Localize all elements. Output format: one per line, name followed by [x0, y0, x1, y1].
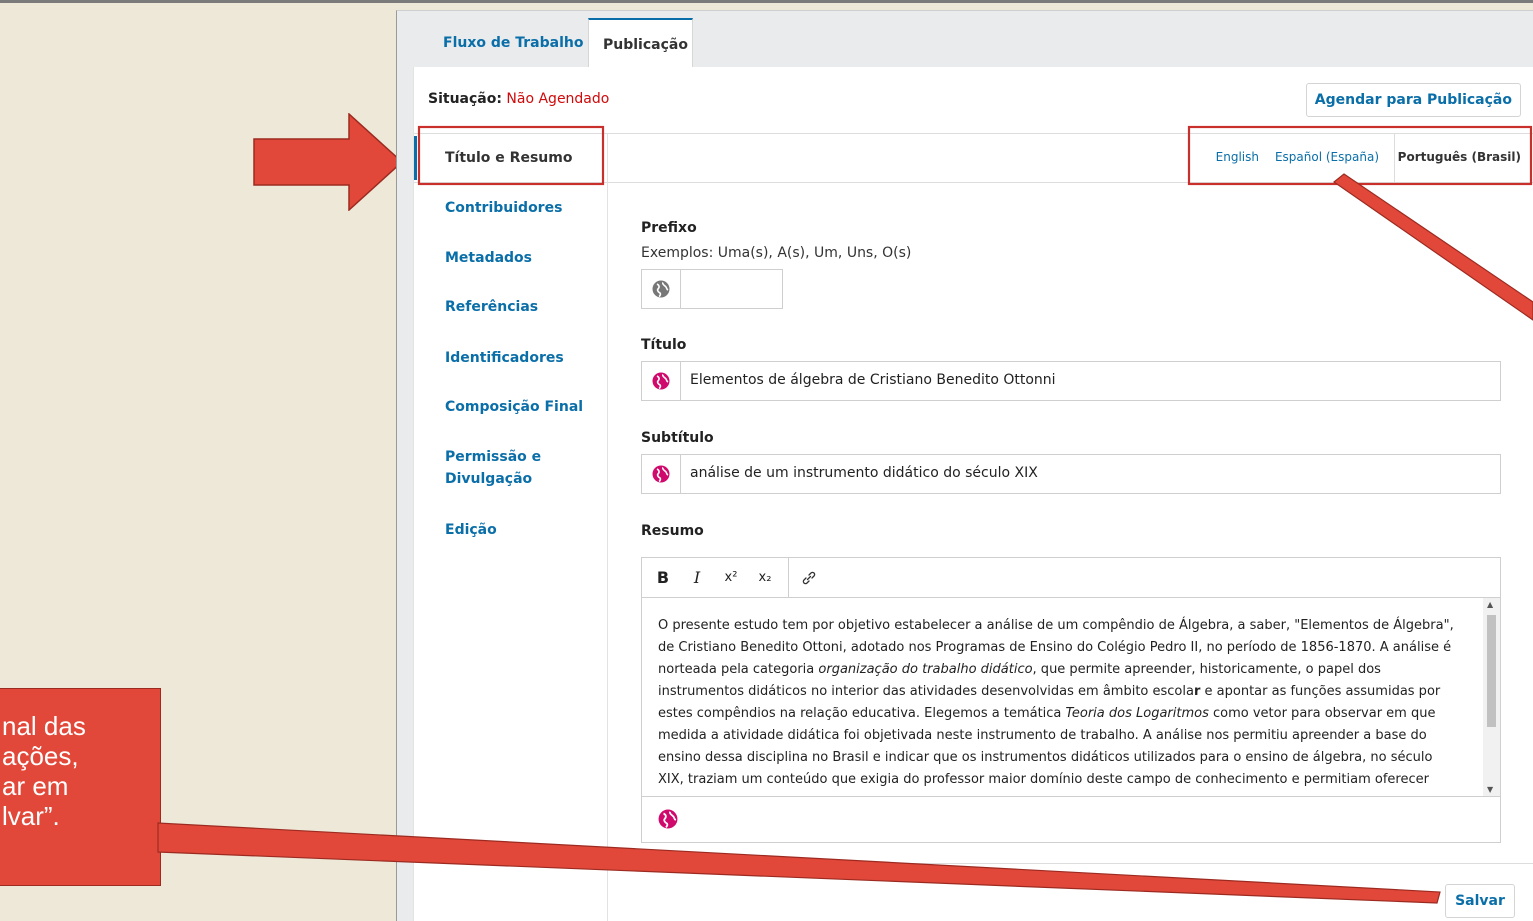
title-value: Elementos de álgebra de Cristiano Benedi…: [690, 372, 1056, 388]
bold-button[interactable]: B: [652, 567, 674, 589]
sidebar-item-label: Permissão e: [445, 449, 542, 465]
abstract-line: O presente estudo tem por objetivo estab…: [658, 618, 1454, 633]
abstract-run-italic: Teoria dos Logaritmos: [1065, 706, 1209, 721]
title-label: Título: [641, 337, 687, 353]
sidebar-item-label: Divulgação: [445, 471, 533, 487]
footer-divider: [607, 863, 1533, 864]
abstract-run: , que permite apreender, historicamente,…: [1032, 662, 1381, 677]
tab-publication[interactable]: Publicação: [588, 18, 693, 68]
callout-line: nal das: [2, 711, 86, 741]
abstract-run: como vetor para observar em que: [1208, 706, 1436, 721]
callout-line: ações,: [2, 741, 79, 771]
lang-english[interactable]: English: [1216, 150, 1259, 164]
superscript-button[interactable]: x²: [720, 567, 742, 589]
globe-icon: [652, 280, 670, 298]
lang-divider: [1394, 134, 1395, 182]
globe-icon: [652, 372, 670, 390]
globe-icon: [652, 465, 670, 483]
sidebar-item-contributors[interactable]: Contribuidores: [414, 197, 607, 219]
sidebar-item-galleys[interactable]: Composição Final: [414, 396, 607, 418]
tab-bar: Fluxo de Trabalho Publicação: [397, 11, 1533, 68]
publication-panel: Situação: Não Agendado Agendar para Publ…: [413, 67, 1533, 921]
abstract-line: de Cristiano Benedito Ottoni, adotado no…: [658, 640, 1452, 655]
title-input[interactable]: Elementos de álgebra de Cristiano Benedi…: [641, 361, 1501, 401]
sidebar-item-metadata[interactable]: Metadados: [414, 247, 607, 269]
locale-button[interactable]: [642, 362, 681, 400]
sidebar-item-issue[interactable]: Edição: [414, 519, 607, 541]
abstract-label: Resumo: [641, 523, 704, 539]
abstract-run: e apontar as funções assumidas por: [1200, 684, 1441, 699]
editor-scrollbar[interactable]: ▲ ▼: [1483, 598, 1500, 796]
toolbar-divider: [788, 558, 789, 597]
italic-button[interactable]: I: [686, 567, 708, 589]
editor-footer: [642, 796, 1500, 843]
lang-spanish[interactable]: Español (España): [1275, 150, 1379, 164]
subtitle-value: análise de um instrumento didático do sé…: [690, 465, 1038, 481]
scroll-up-icon[interactable]: ▲: [1487, 600, 1493, 609]
link-button[interactable]: [798, 567, 820, 589]
schedule-publication-button[interactable]: Agendar para Publicação: [1305, 83, 1521, 117]
link-icon: [802, 571, 816, 585]
abstract-line: estes compêndios na relação educativa. E…: [658, 703, 1470, 725]
sidebar-nav: Título e Resumo Contribuidores Metadados…: [414, 134, 608, 921]
abstract-line: ensino dessa disciplina no Brasil e indi…: [658, 750, 1433, 765]
prefix-label: Prefixo: [641, 220, 697, 236]
abstract-line: XIX, traziam um conteúdo que exigia do p…: [658, 772, 1429, 787]
tab-workflow[interactable]: Fluxo de Trabalho: [423, 18, 603, 68]
callout-line: lvar”.: [2, 801, 60, 831]
scroll-down-icon[interactable]: ▼: [1487, 785, 1493, 794]
globe-icon[interactable]: [658, 809, 678, 829]
publication-window: Fluxo de Trabalho Publicação Situação: N…: [396, 10, 1533, 921]
scroll-thumb[interactable]: [1487, 615, 1496, 727]
abstract-line: instrumentos didáticos no interior das a…: [658, 681, 1470, 703]
callout-line: ar em: [2, 771, 69, 801]
abstract-text[interactable]: O presente estudo tem por objetivo estab…: [642, 598, 1484, 796]
lang-portuguese[interactable]: Português (Brasil): [1398, 150, 1521, 164]
locale-button[interactable]: [642, 270, 681, 308]
subscript-button[interactable]: x₂: [754, 567, 776, 589]
locale-button[interactable]: [642, 455, 681, 493]
abstract-line: medida a atividade didática foi objetiva…: [658, 728, 1427, 743]
language-switcher: English Español (España) Português (Bras…: [1135, 134, 1533, 182]
abstract-run: instrumentos didáticos no interior das a…: [658, 684, 1194, 699]
sidebar-item-references[interactable]: Referências: [414, 296, 607, 318]
publication-status: Situação: Não Agendado: [428, 91, 609, 107]
prefix-input[interactable]: [641, 269, 783, 309]
abstract-editor[interactable]: B I x² x₂ O presente estudo tem por obje…: [641, 557, 1501, 843]
subtitle-input[interactable]: análise de um instrumento didático do sé…: [641, 454, 1501, 494]
prefix-hint: Exemplos: Uma(s), A(s), Um, Uns, O(s): [641, 245, 912, 261]
abstract-run: estes compêndios na relação educativa. E…: [658, 706, 1066, 721]
slide-top-rule: [0, 0, 1533, 3]
abstract-line: norteada pela categoria organização do t…: [658, 659, 1470, 681]
status-value: Não Agendado: [506, 91, 610, 107]
status-row: Situação: Não Agendado Agendar para Publ…: [414, 67, 1533, 134]
sidebar-item-title-abstract[interactable]: Título e Resumo: [414, 136, 607, 180]
status-label: Situação:: [428, 91, 502, 107]
abstract-run: norteada pela categoria: [658, 662, 819, 677]
slide-arrow-right: [253, 113, 403, 211]
abstract-run-italic: organização do trabalho didático: [818, 662, 1033, 677]
save-button[interactable]: Salvar: [1445, 884, 1515, 918]
sidebar-item-permissions[interactable]: Permissão e Divulgação: [414, 446, 607, 490]
slide-callout: nal das ações, ar em lvar”.: [0, 688, 161, 886]
sidebar-item-identifiers[interactable]: Identificadores: [414, 347, 607, 369]
editor-toolbar: B I x² x₂: [642, 558, 1500, 598]
subtitle-label: Subtítulo: [641, 430, 714, 446]
